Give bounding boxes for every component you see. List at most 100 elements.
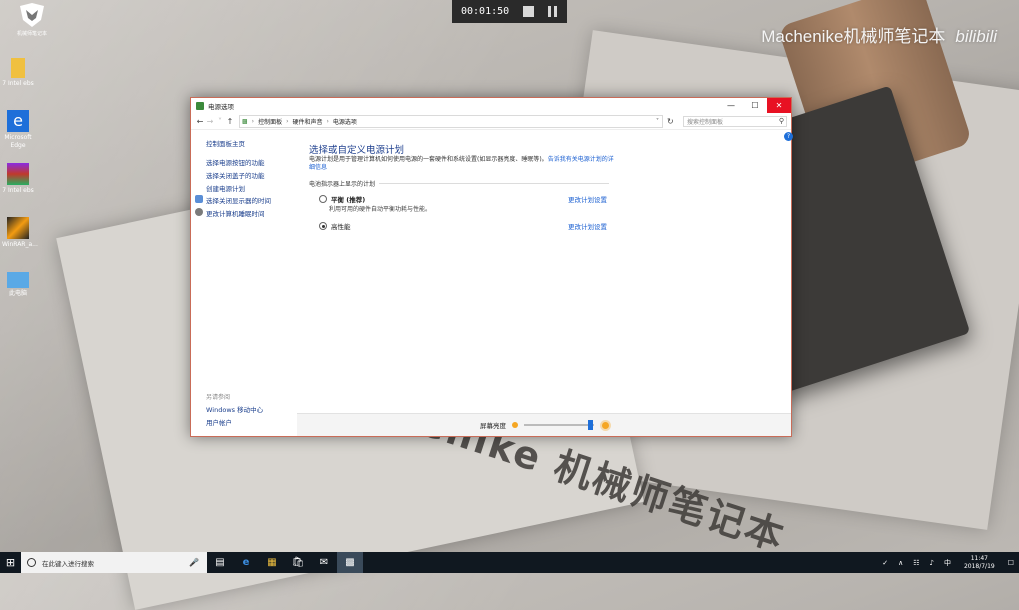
refresh-icon[interactable]: ↻: [667, 117, 674, 126]
sidebar-item-display-off[interactable]: 选择关闭显示器的时间: [206, 195, 271, 205]
brightness-low-icon: [512, 422, 518, 428]
plan-high-performance[interactable]: 高性能: [319, 221, 351, 231]
plan-description: 利用可用的硬件自动平衡功耗与性能。: [329, 206, 432, 213]
desktop-icon-folder[interactable]: 7 Intel ebs: [2, 58, 34, 88]
desktop-icon-label: WinRAR_a...: [2, 241, 38, 248]
search-input[interactable]: 搜索控制面板 ⚲: [683, 115, 787, 127]
windows-start-icon[interactable]: ⊞: [0, 552, 21, 573]
machenike-logo-icon: [20, 3, 44, 27]
change-plan-settings-link[interactable]: 更改计划设置: [568, 194, 607, 204]
sidebar-item-sleep[interactable]: 更改计算机睡眠时间: [206, 208, 265, 218]
brightness-slider[interactable]: [524, 420, 594, 430]
sidebar-item-home[interactable]: 控制面板主页: [206, 138, 245, 148]
radio-high-performance[interactable]: [319, 222, 327, 230]
store-icon[interactable]: 🛍: [285, 552, 311, 573]
folder-icon: [11, 58, 25, 78]
maximize-button[interactable]: ☐: [743, 98, 767, 113]
breadcrumb-separator: ›: [286, 117, 289, 125]
sidebar-item-lid[interactable]: 选择关闭盖子的功能: [206, 170, 265, 180]
desktop-logo-caption: 机械师笔记本: [16, 31, 47, 37]
up-arrow-icon[interactable]: ↑: [225, 117, 235, 126]
computer-icon: [7, 272, 29, 288]
address-bar[interactable]: ▩ › 控制面板 › 硬件和声音 › 电源选项 ˅: [239, 114, 663, 128]
video-watermark: Machenike机械师笔记本 bilibili: [761, 22, 997, 47]
navigation-bar: ← → ˅ ↑ ▩ › 控制面板 › 硬件和声音 › 电源选项 ˅ ↻ 搜索控制…: [191, 113, 791, 130]
mail-icon[interactable]: ✉: [311, 552, 337, 573]
back-arrow-icon[interactable]: ←: [195, 117, 205, 126]
watermark-site: bilibili: [955, 27, 997, 46]
control-panel-icon: ▩: [242, 117, 248, 125]
breadcrumb-hardware-sound[interactable]: 硬件和声音: [293, 117, 323, 126]
recent-locations-icon[interactable]: ˅: [215, 117, 225, 126]
change-plan-settings-link[interactable]: 更改计划设置: [568, 221, 607, 231]
microphone-icon[interactable]: 🎤: [189, 558, 199, 567]
search-icon: ⚲: [778, 117, 784, 125]
sleep-icon: [195, 208, 203, 216]
plan-group-header: 电池指示器上显示的计划: [309, 179, 609, 188]
power-options-window: 电源选项 — ☐ ✕ ← → ˅ ↑ ▩ › 控制面板 › 硬件和声音 › 电源…: [190, 97, 793, 437]
clock[interactable]: 11:47 2018/7/19: [964, 555, 995, 571]
brightness-bar: 屏幕亮度: [297, 413, 791, 436]
close-button[interactable]: ✕: [767, 98, 791, 113]
clock-date: 2018/7/19: [963, 562, 995, 570]
show-hidden-icons[interactable]: ∧: [898, 559, 903, 567]
volume-icon[interactable]: ♪: [929, 559, 933, 567]
sidebar-item-user-accounts[interactable]: 用户帐户: [206, 417, 232, 427]
desktop-icon-label: Microsoft Edge: [4, 134, 32, 149]
desktop-icon-winrar[interactable]: WinRAR_a...: [2, 217, 38, 249]
minimize-button[interactable]: —: [719, 98, 743, 113]
window-title: 电源选项: [208, 102, 234, 111]
power-options-taskbar-icon[interactable]: ▩: [337, 552, 363, 573]
desktop-icon-this-pc[interactable]: 此电脑: [2, 272, 34, 298]
taskbar-search-placeholder: 在此键入进行搜索: [42, 559, 94, 568]
plan-name: 高性能: [331, 223, 351, 231]
network-icon[interactable]: ☷: [913, 559, 919, 567]
cortana-icon: [27, 558, 36, 567]
recorder-time: 00:01:50: [461, 6, 510, 17]
sidebar-item-create-plan[interactable]: 创建电源计划: [206, 183, 245, 193]
power-options-icon: [196, 101, 204, 110]
file-explorer-icon[interactable]: ▦: [259, 552, 285, 573]
task-view-icon[interactable]: ▤: [207, 552, 233, 573]
clock-time: 11:47: [970, 554, 988, 562]
taskbar: ⊞ 在此键入进行搜索 🎤 ▤ e ▦ 🛍 ✉ ▩ ✓ ∧ ☷ ♪ 中 11:47…: [0, 552, 1019, 573]
page-title: 选择或自定义电源计划: [309, 145, 405, 156]
breadcrumb-power-options[interactable]: 电源选项: [333, 117, 357, 126]
notification-icon[interactable]: ☐: [1008, 559, 1014, 567]
sidebar: 控制面板主页 选择电源按钮的功能 选择关闭盖子的功能 创建电源计划 选择关闭显示…: [191, 130, 297, 436]
desktop-icon-label: 此电脑: [8, 290, 27, 297]
see-also-heading: 另请参阅: [206, 394, 231, 401]
system-tray: ✓ ∧ ☷ ♪ 中 11:47 2018/7/19 ☐: [877, 552, 1019, 573]
breadcrumb-control-panel[interactable]: 控制面板: [258, 117, 282, 126]
edge-icon[interactable]: e: [233, 552, 259, 573]
sidebar-item-power-button[interactable]: 选择电源按钮的功能: [206, 157, 265, 167]
input-method-icon[interactable]: 中: [944, 558, 951, 568]
people-icon[interactable]: ✓: [882, 559, 888, 567]
divider: [379, 183, 609, 184]
screen-recorder: 00:01:50: [452, 0, 567, 23]
address-dropdown-icon[interactable]: ˅: [656, 118, 659, 125]
stop-icon[interactable]: [523, 6, 534, 17]
plan-name: 平衡 (推荐): [331, 196, 366, 204]
desktop-logo: 机械师笔记本: [2, 2, 62, 37]
pause-icon[interactable]: [548, 6, 557, 17]
installer-icon: [7, 217, 29, 239]
forward-arrow-icon[interactable]: →: [205, 117, 215, 126]
desktop-icon-winrar-folder[interactable]: 7 Intel ebs: [2, 163, 34, 195]
desktop-icon-edge[interactable]: e Microsoft Edge: [2, 110, 34, 150]
main-content: 选择或自定义电源计划 电源计划是用于管理计算机如何使用电源的一套硬件和系统设置(…: [309, 130, 791, 414]
window-titlebar[interactable]: 电源选项 — ☐ ✕: [191, 98, 791, 113]
plan-balanced[interactable]: 平衡 (推荐): [319, 194, 365, 204]
sidebar-item-mobility-center[interactable]: Windows 移动中心: [206, 404, 263, 414]
brightness-slider-thumb[interactable]: [588, 420, 593, 430]
breadcrumb-separator: ›: [326, 117, 329, 125]
desktop-icon-label: 7 Intel ebs: [2, 80, 34, 87]
page-description: 电源计划是用于管理计算机如何使用电源的一套硬件和系统设置(如显示器亮度、睡眠等)…: [309, 156, 619, 172]
description-text: 电源计划是用于管理计算机如何使用电源的一套硬件和系统设置(如显示器亮度、睡眠等)…: [309, 156, 548, 163]
taskbar-search-input[interactable]: 在此键入进行搜索 🎤: [21, 552, 207, 573]
plan-group-label: 电池指示器上显示的计划: [309, 181, 376, 188]
edge-icon: e: [7, 110, 29, 132]
radio-balanced[interactable]: [319, 195, 327, 203]
desktop-icon-label: 7 Intel ebs: [2, 187, 34, 194]
watermark-brand: Machenike机械师笔记本: [761, 27, 946, 46]
